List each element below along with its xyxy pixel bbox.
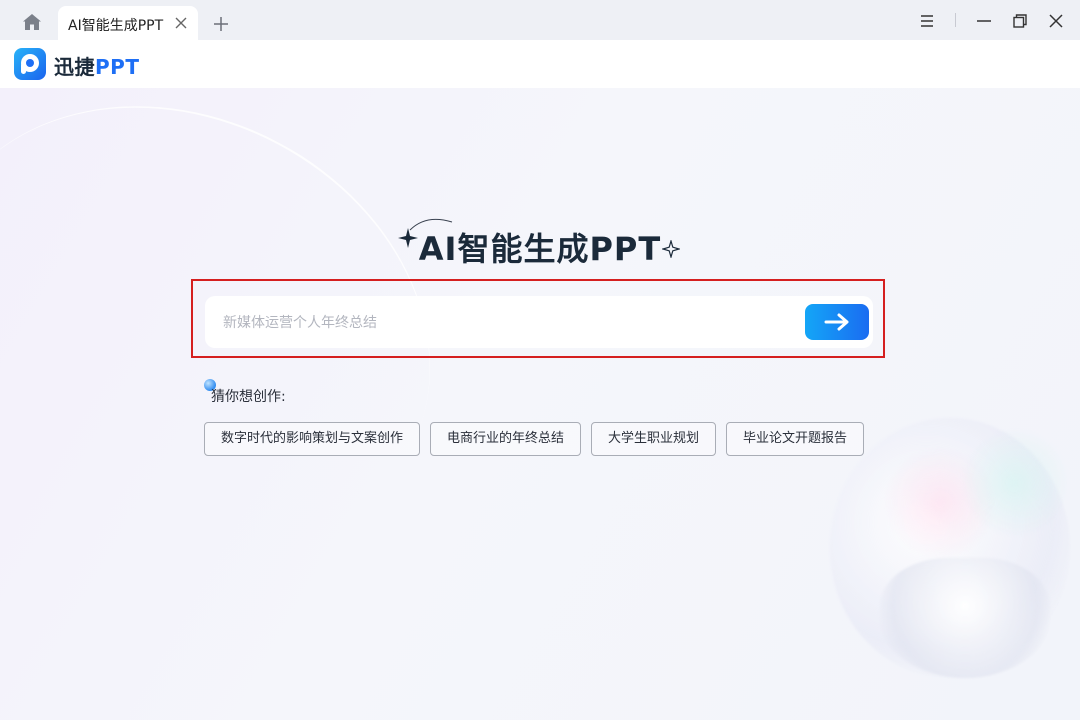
brand-prefix: 迅捷 xyxy=(54,55,95,79)
suggestion-chip[interactable]: 电商行业的年终总结 xyxy=(430,422,582,456)
minimize-button[interactable] xyxy=(970,8,998,34)
restore-button[interactable] xyxy=(1006,8,1034,34)
topic-input[interactable] xyxy=(221,306,795,340)
tab-label: AI智能生成PPT xyxy=(68,18,164,34)
home-button[interactable] xyxy=(14,8,50,36)
tab-close-button[interactable] xyxy=(172,14,190,32)
minimize-icon xyxy=(977,20,991,22)
suggestion-chips: 数字时代的影响策划与文案创作 电商行业的年终总结 大学生职业规划 毕业论文开题报… xyxy=(204,422,865,456)
close-icon xyxy=(1049,14,1063,28)
app-logo-icon[interactable] xyxy=(14,48,46,80)
close-icon xyxy=(175,17,187,29)
page-title: AI智能生成PPT xyxy=(418,230,662,268)
background-decor-blob xyxy=(880,558,1050,678)
brand-name: 迅捷PPT xyxy=(54,51,139,80)
app-window: AI智能生成PPT 迅捷PPT AI智能生成PPT 新媒体运营个人年终总结 猜你… xyxy=(0,0,1080,720)
app-header: 迅捷PPT xyxy=(0,40,1080,88)
plus-icon xyxy=(214,17,228,31)
suggestions-label: 猜你想创作: xyxy=(211,389,286,405)
main-content: AI智能生成PPT 猜你想创作: 数字时代的影响策划与文案创作 电商行业的年终总… xyxy=(0,88,1080,720)
home-icon xyxy=(23,14,41,30)
restore-icon xyxy=(1013,14,1027,28)
arrow-right-icon xyxy=(824,313,849,331)
suggestion-chip[interactable]: 毕业论文开题报告 xyxy=(726,422,865,456)
search-box xyxy=(205,296,873,348)
suggestion-chip[interactable]: 数字时代的影响策划与文案创作 xyxy=(204,422,421,456)
tab-ai-ppt[interactable]: AI智能生成PPT xyxy=(58,6,198,40)
background-decor-streak xyxy=(0,88,509,638)
title-separator xyxy=(955,13,956,27)
suggestion-chip[interactable]: 大学生职业规划 xyxy=(591,422,717,456)
generate-submit-button[interactable] xyxy=(805,304,869,340)
background-decor-blob xyxy=(960,428,1070,538)
window-close-button[interactable] xyxy=(1042,8,1070,34)
new-tab-button[interactable] xyxy=(208,11,234,37)
menu-icon xyxy=(921,15,933,27)
tab-bar: AI智能生成PPT xyxy=(0,0,1080,40)
menu-button[interactable] xyxy=(913,8,941,34)
brand-suffix: PPT xyxy=(95,55,140,79)
